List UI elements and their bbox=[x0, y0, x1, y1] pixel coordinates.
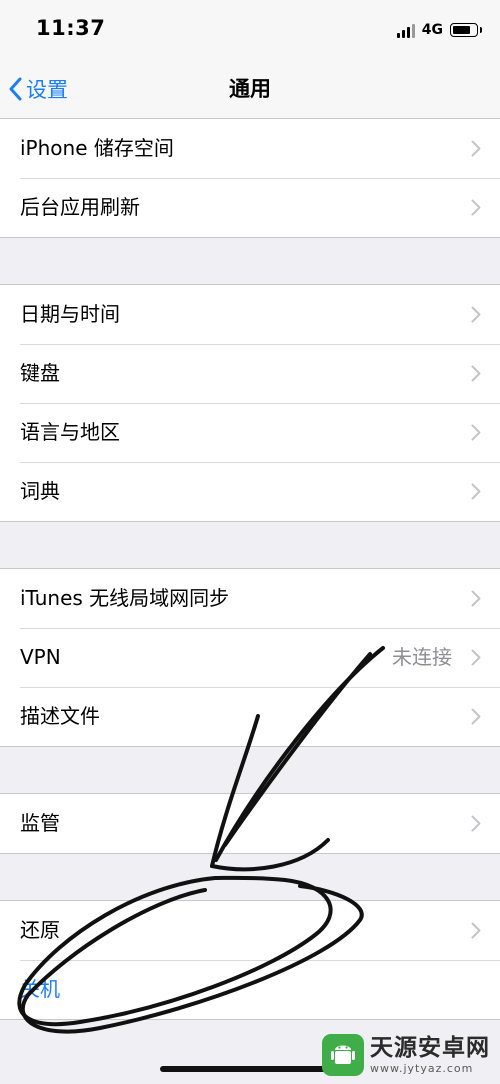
page-title: 通用 bbox=[229, 77, 271, 101]
row-label: 还原 bbox=[20, 918, 60, 942]
row-profiles[interactable]: 描述文件 bbox=[0, 687, 500, 746]
shutdown-label: 关机 bbox=[20, 977, 60, 1001]
row-label: 词典 bbox=[20, 479, 60, 503]
status-bar: 11:37 4G bbox=[0, 0, 500, 60]
chevron-right-icon bbox=[471, 140, 481, 157]
row-itunes-wifi-sync[interactable]: iTunes 无线局域网同步 bbox=[0, 569, 500, 628]
row-supervision[interactable]: 监管 bbox=[0, 794, 500, 853]
chevron-right-icon bbox=[471, 649, 481, 666]
chevron-right-icon bbox=[471, 590, 481, 607]
vpn-status: 未连接 bbox=[392, 645, 452, 669]
settings-group-storage: iPhone 储存空间 后台应用刷新 bbox=[0, 119, 500, 238]
row-label: 监管 bbox=[20, 811, 60, 835]
battery-icon bbox=[450, 23, 482, 37]
settings-group-datetime: 日期与时间 键盘 语言与地区 词典 bbox=[0, 284, 500, 522]
row-label: 后台应用刷新 bbox=[20, 195, 140, 219]
chevron-right-icon bbox=[471, 199, 481, 216]
android-logo-icon bbox=[322, 1034, 364, 1076]
chevron-right-icon bbox=[471, 424, 481, 441]
chevron-right-icon bbox=[471, 365, 481, 382]
row-label: 键盘 bbox=[20, 361, 60, 385]
status-time: 11:37 bbox=[36, 16, 106, 40]
row-date-time[interactable]: 日期与时间 bbox=[0, 285, 500, 344]
settings-group-supervision: 监管 bbox=[0, 793, 500, 854]
row-background-refresh[interactable]: 后台应用刷新 bbox=[0, 178, 500, 237]
settings-list: iPhone 储存空间 后台应用刷新 日期与时间 键盘 语言与地区 词典 iTu… bbox=[0, 119, 500, 1020]
row-iphone-storage[interactable]: iPhone 储存空间 bbox=[0, 119, 500, 178]
chevron-right-icon bbox=[471, 306, 481, 323]
signal-icon bbox=[396, 22, 415, 38]
row-label: VPN bbox=[20, 645, 61, 669]
chevron-right-icon bbox=[471, 922, 481, 939]
watermark-url: www.jytyaz.com bbox=[370, 1062, 474, 1075]
row-dictionary[interactable]: 词典 bbox=[0, 462, 500, 521]
row-label: 语言与地区 bbox=[20, 420, 120, 444]
row-label: 日期与时间 bbox=[20, 302, 120, 326]
chevron-right-icon bbox=[471, 483, 481, 500]
row-reset[interactable]: 还原 bbox=[0, 901, 500, 960]
row-label: 描述文件 bbox=[20, 704, 100, 728]
row-label: iTunes 无线局域网同步 bbox=[20, 586, 230, 610]
row-language-region[interactable]: 语言与地区 bbox=[0, 403, 500, 462]
row-label: iPhone 储存空间 bbox=[20, 136, 174, 160]
chevron-right-icon bbox=[471, 815, 481, 832]
row-shutdown[interactable]: 关机 bbox=[0, 960, 500, 1019]
row-keyboard[interactable]: 键盘 bbox=[0, 344, 500, 403]
nav-bar: 设置 通用 bbox=[0, 60, 500, 119]
settings-group-reset: 还原 关机 bbox=[0, 900, 500, 1020]
chevron-right-icon bbox=[471, 708, 481, 725]
network-type: 4G bbox=[421, 22, 443, 38]
home-indicator bbox=[160, 1066, 336, 1072]
status-indicators: 4G bbox=[396, 19, 482, 41]
row-vpn[interactable]: VPN 未连接 bbox=[0, 628, 500, 687]
watermark: 天源安卓网 www.jytyaz.com bbox=[322, 1034, 490, 1076]
settings-group-network: iTunes 无线局域网同步 VPN 未连接 描述文件 bbox=[0, 568, 500, 747]
watermark-title: 天源安卓网 bbox=[370, 1035, 490, 1061]
